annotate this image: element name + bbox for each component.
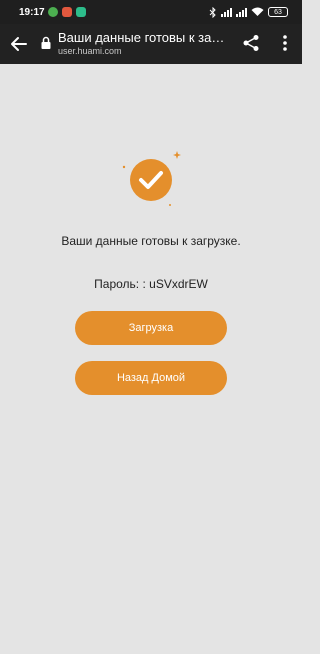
ready-message: Ваши данные готовы к загрузке. (61, 234, 241, 248)
chrome-notification-icon (48, 7, 58, 17)
status-icons: 63 (209, 5, 288, 19)
lock-icon (41, 36, 51, 49)
wifi-icon (251, 7, 264, 16)
signal-icon (221, 7, 232, 17)
page-title[interactable]: Ваши данные готовы к загрузке (58, 30, 228, 45)
sparkle-dot-2 (169, 204, 171, 206)
share-icon[interactable] (242, 34, 260, 52)
sparkle-icon (173, 151, 181, 159)
bluetooth-icon (209, 6, 216, 18)
check-circle-icon (122, 151, 181, 206)
more-vert-icon[interactable] (276, 34, 294, 52)
signal-icon-2 (236, 7, 247, 17)
download-button[interactable]: Загрузка (75, 311, 227, 345)
sparkle-dot (122, 165, 126, 169)
shield-notification-icon (76, 7, 86, 17)
page-url[interactable]: user.huami.com (58, 46, 122, 56)
status-bar: 19:17 63 (0, 0, 302, 24)
status-time: 19:17 (19, 7, 45, 18)
app-notification-icon (62, 7, 72, 17)
back-arrow-icon[interactable] (8, 33, 30, 55)
battery-icon: 63 (268, 7, 288, 17)
browser-toolbar: Ваши данные готовы к загрузке user.huami… (0, 24, 302, 64)
back-home-button[interactable]: Назад Домой (75, 361, 227, 395)
password-text: Пароль: : uSVxdrEW (94, 277, 208, 291)
